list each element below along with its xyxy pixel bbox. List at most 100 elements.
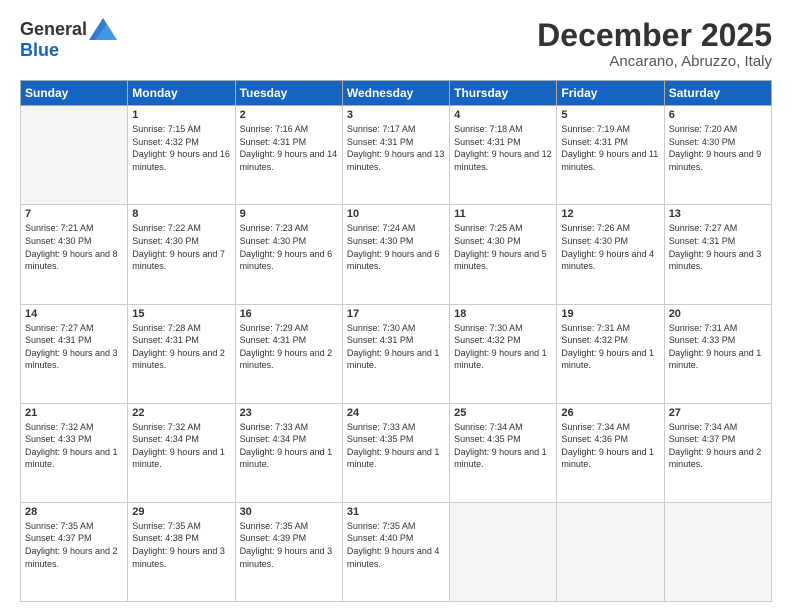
- calendar-cell: 23 Sunrise: 7:33 AMSunset: 4:34 PMDayligh…: [235, 403, 342, 502]
- calendar-cell: 22 Sunrise: 7:32 AMSunset: 4:34 PMDayligh…: [128, 403, 235, 502]
- day-info: Sunrise: 7:32 AMSunset: 4:33 PMDaylight:…: [25, 421, 123, 471]
- day-info: Sunrise: 7:35 AMSunset: 4:38 PMDaylight:…: [132, 520, 230, 570]
- day-info: Sunrise: 7:33 AMSunset: 4:35 PMDaylight:…: [347, 421, 445, 471]
- calendar-cell: [664, 502, 771, 601]
- calendar-cell: 1 Sunrise: 7:15 AMSunset: 4:32 PMDaylight…: [128, 106, 235, 205]
- day-number: 31: [347, 506, 445, 518]
- day-info: Sunrise: 7:27 AMSunset: 4:31 PMDaylight:…: [25, 322, 123, 372]
- day-info: Sunrise: 7:18 AMSunset: 4:31 PMDaylight:…: [454, 123, 552, 173]
- day-number: 4: [454, 109, 552, 121]
- day-number: 18: [454, 308, 552, 320]
- day-number: 11: [454, 208, 552, 220]
- calendar-cell: 28Sunrise: 7:35 AMSunset: 4:37 PMDayligh…: [21, 502, 128, 601]
- calendar-cell: [21, 106, 128, 205]
- calendar-table: SundayMondayTuesdayWednesdayThursdayFrid…: [20, 80, 772, 602]
- calendar-cell: 29Sunrise: 7:35 AMSunset: 4:38 PMDayligh…: [128, 502, 235, 601]
- calendar-cell: 15 Sunrise: 7:28 AMSunset: 4:31 PMDayligh…: [128, 304, 235, 403]
- day-header-friday: Friday: [557, 81, 664, 106]
- day-number: 7: [25, 208, 123, 220]
- day-number: 14: [25, 308, 123, 320]
- calendar-cell: 11Sunrise: 7:25 AMSunset: 4:30 PMDayligh…: [450, 205, 557, 304]
- day-info: Sunrise: 7:32 AMSunset: 4:34 PMDaylight:…: [132, 421, 230, 471]
- day-number: 5: [561, 109, 659, 121]
- calendar-cell: [450, 502, 557, 601]
- day-info: Sunrise: 7:22 AMSunset: 4:30 PMDaylight:…: [132, 222, 230, 272]
- week-row-0: 1 Sunrise: 7:15 AMSunset: 4:32 PMDaylight…: [21, 106, 772, 205]
- week-row-1: 7 Sunrise: 7:21 AMSunset: 4:30 PMDaylight…: [21, 205, 772, 304]
- calendar-cell: 5 Sunrise: 7:19 AMSunset: 4:31 PMDaylight…: [557, 106, 664, 205]
- day-info: Sunrise: 7:28 AMSunset: 4:31 PMDaylight:…: [132, 322, 230, 372]
- day-info: Sunrise: 7:31 AMSunset: 4:32 PMDaylight:…: [561, 322, 659, 372]
- day-number: 23: [240, 407, 338, 419]
- day-number: 6: [669, 109, 767, 121]
- day-number: 27: [669, 407, 767, 419]
- day-header-sunday: Sunday: [21, 81, 128, 106]
- day-info: Sunrise: 7:16 AMSunset: 4:31 PMDaylight:…: [240, 123, 338, 173]
- calendar-cell: 10 Sunrise: 7:24 AMSunset: 4:30 PMDayligh…: [342, 205, 449, 304]
- month-title: December 2025: [537, 18, 772, 53]
- calendar-cell: 21 Sunrise: 7:32 AMSunset: 4:33 PMDayligh…: [21, 403, 128, 502]
- calendar-header-row: SundayMondayTuesdayWednesdayThursdayFrid…: [21, 81, 772, 106]
- calendar-cell: 7 Sunrise: 7:21 AMSunset: 4:30 PMDaylight…: [21, 205, 128, 304]
- header: General Blue December 2025 Ancarano, Abr…: [20, 18, 772, 70]
- day-info: Sunrise: 7:33 AMSunset: 4:34 PMDaylight:…: [240, 421, 338, 471]
- day-number: 28: [25, 506, 123, 518]
- day-number: 25: [454, 407, 552, 419]
- day-number: 10: [347, 208, 445, 220]
- day-info: Sunrise: 7:15 AMSunset: 4:32 PMDaylight:…: [132, 123, 230, 173]
- calendar-cell: [557, 502, 664, 601]
- day-number: 12: [561, 208, 659, 220]
- day-header-saturday: Saturday: [664, 81, 771, 106]
- day-info: Sunrise: 7:34 AMSunset: 4:37 PMDaylight:…: [669, 421, 767, 471]
- day-number: 9: [240, 208, 338, 220]
- week-row-2: 14 Sunrise: 7:27 AMSunset: 4:31 PMDayligh…: [21, 304, 772, 403]
- calendar-cell: 18 Sunrise: 7:30 AMSunset: 4:32 PMDayligh…: [450, 304, 557, 403]
- logo-icon: [89, 18, 117, 40]
- day-info: Sunrise: 7:21 AMSunset: 4:30 PMDaylight:…: [25, 222, 123, 272]
- calendar-cell: 31 Sunrise: 7:35 AMSunset: 4:40 PMDayligh…: [342, 502, 449, 601]
- day-info: Sunrise: 7:35 AMSunset: 4:39 PMDaylight:…: [240, 520, 338, 570]
- week-row-3: 21 Sunrise: 7:32 AMSunset: 4:33 PMDayligh…: [21, 403, 772, 502]
- day-info: Sunrise: 7:29 AMSunset: 4:31 PMDaylight:…: [240, 322, 338, 372]
- day-number: 20: [669, 308, 767, 320]
- logo-general-text: General: [20, 19, 87, 40]
- day-info: Sunrise: 7:19 AMSunset: 4:31 PMDaylight:…: [561, 123, 659, 173]
- calendar-cell: 12 Sunrise: 7:26 AMSunset: 4:30 PMDayligh…: [557, 205, 664, 304]
- calendar-cell: 3Sunrise: 7:17 AMSunset: 4:31 PMDaylight…: [342, 106, 449, 205]
- day-number: 22: [132, 407, 230, 419]
- calendar-cell: 9 Sunrise: 7:23 AMSunset: 4:30 PMDaylight…: [235, 205, 342, 304]
- logo: General Blue: [20, 18, 117, 61]
- day-number: 2: [240, 109, 338, 121]
- day-number: 21: [25, 407, 123, 419]
- calendar-cell: 2 Sunrise: 7:16 AMSunset: 4:31 PMDaylight…: [235, 106, 342, 205]
- day-info: Sunrise: 7:34 AMSunset: 4:35 PMDaylight:…: [454, 421, 552, 471]
- day-info: Sunrise: 7:20 AMSunset: 4:30 PMDaylight:…: [669, 123, 767, 173]
- day-number: 1: [132, 109, 230, 121]
- day-info: Sunrise: 7:24 AMSunset: 4:30 PMDaylight:…: [347, 222, 445, 272]
- calendar-cell: 13Sunrise: 7:27 AMSunset: 4:31 PMDayligh…: [664, 205, 771, 304]
- calendar-cell: 25 Sunrise: 7:34 AMSunset: 4:35 PMDayligh…: [450, 403, 557, 502]
- day-info: Sunrise: 7:30 AMSunset: 4:31 PMDaylight:…: [347, 322, 445, 372]
- day-info: Sunrise: 7:30 AMSunset: 4:32 PMDaylight:…: [454, 322, 552, 372]
- day-number: 30: [240, 506, 338, 518]
- day-number: 17: [347, 308, 445, 320]
- page: General Blue December 2025 Ancarano, Abr…: [0, 0, 792, 612]
- calendar-cell: 17 Sunrise: 7:30 AMSunset: 4:31 PMDayligh…: [342, 304, 449, 403]
- day-info: Sunrise: 7:23 AMSunset: 4:30 PMDaylight:…: [240, 222, 338, 272]
- calendar-cell: 19Sunrise: 7:31 AMSunset: 4:32 PMDayligh…: [557, 304, 664, 403]
- calendar-cell: 24Sunrise: 7:33 AMSunset: 4:35 PMDayligh…: [342, 403, 449, 502]
- day-info: Sunrise: 7:27 AMSunset: 4:31 PMDaylight:…: [669, 222, 767, 272]
- calendar-cell: 14 Sunrise: 7:27 AMSunset: 4:31 PMDayligh…: [21, 304, 128, 403]
- calendar-cell: 20Sunrise: 7:31 AMSunset: 4:33 PMDayligh…: [664, 304, 771, 403]
- day-info: Sunrise: 7:26 AMSunset: 4:30 PMDaylight:…: [561, 222, 659, 272]
- day-info: Sunrise: 7:35 AMSunset: 4:40 PMDaylight:…: [347, 520, 445, 570]
- day-info: Sunrise: 7:34 AMSunset: 4:36 PMDaylight:…: [561, 421, 659, 471]
- day-header-wednesday: Wednesday: [342, 81, 449, 106]
- calendar-cell: 6 Sunrise: 7:20 AMSunset: 4:30 PMDaylight…: [664, 106, 771, 205]
- day-number: 26: [561, 407, 659, 419]
- day-header-tuesday: Tuesday: [235, 81, 342, 106]
- calendar-cell: 16Sunrise: 7:29 AMSunset: 4:31 PMDayligh…: [235, 304, 342, 403]
- calendar-cell: 27 Sunrise: 7:34 AMSunset: 4:37 PMDayligh…: [664, 403, 771, 502]
- day-number: 15: [132, 308, 230, 320]
- week-row-4: 28Sunrise: 7:35 AMSunset: 4:37 PMDayligh…: [21, 502, 772, 601]
